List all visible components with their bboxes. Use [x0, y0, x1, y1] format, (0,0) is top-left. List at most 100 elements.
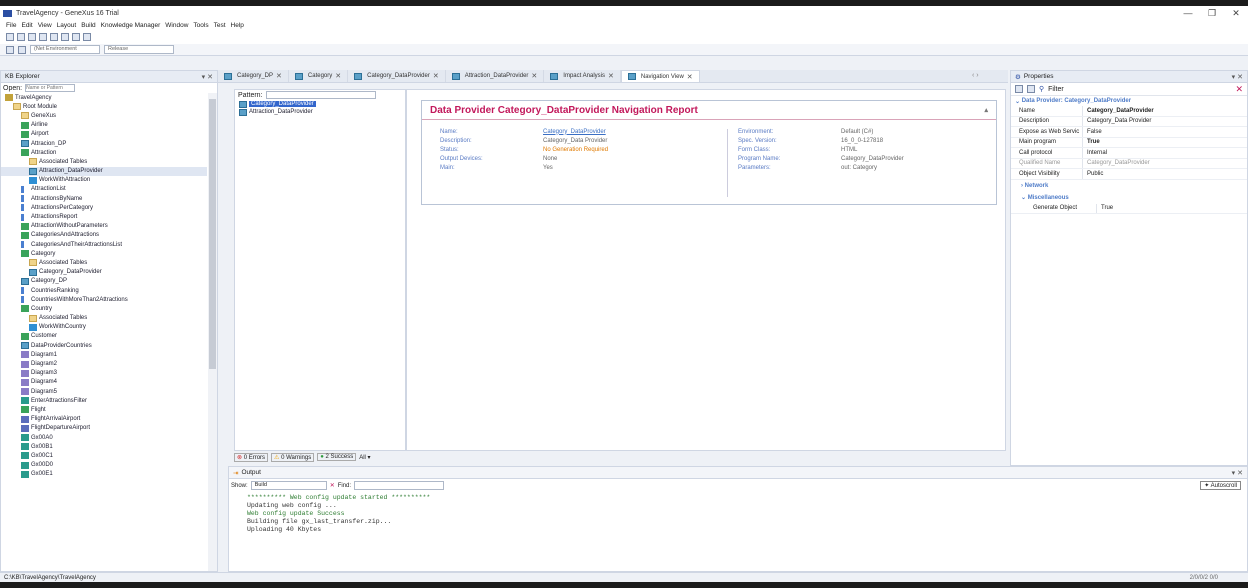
tab-close-icon[interactable]: ✕ [335, 72, 341, 80]
kb-tree-item[interactable]: Gx00B1 [1, 442, 207, 451]
kb-tree-item[interactable]: GeneXus [1, 111, 207, 120]
kb-tree-item[interactable]: EnterAttractionsFilter [1, 396, 207, 405]
kb-tree-item[interactable]: Diagram4 [1, 378, 207, 387]
menu-tools[interactable]: Tools [193, 22, 208, 29]
menu-layout[interactable]: Layout [57, 22, 77, 29]
kb-tree-item[interactable]: Gx00E1 [1, 470, 207, 479]
properties-section[interactable]: ⌄ Data Provider: Category_DataProvider [1011, 96, 1247, 106]
kb-tree-item[interactable]: Category_DataProvider [1, 268, 207, 277]
undo-icon[interactable] [72, 33, 80, 41]
build-icon[interactable] [6, 45, 14, 54]
kb-tree-item[interactable]: Diagram5 [1, 387, 207, 396]
tab-close-icon[interactable]: ✕ [531, 72, 537, 80]
kb-scrollbar[interactable] [208, 93, 217, 571]
kb-tree-item[interactable]: TravelAgency [1, 93, 207, 102]
configuration-select[interactable]: Release [104, 45, 174, 54]
tab-nav-arrows[interactable]: ‹ › [972, 72, 979, 79]
minimize-button[interactable]: — [1176, 8, 1200, 19]
copy-icon[interactable] [50, 33, 58, 41]
property-row[interactable]: Call protocol Internal [1011, 148, 1247, 159]
property-row[interactable]: Name Category_DataProvider [1011, 106, 1247, 117]
errors-filter[interactable]: ⊗ 0 Errors [234, 452, 269, 462]
kb-tree-item[interactable]: Attraction_DataProvider [1, 166, 207, 176]
menu-window[interactable]: Window [165, 22, 188, 29]
environment-select[interactable]: (Net Environment [30, 45, 100, 54]
property-generate-object[interactable]: Generate Object True [1011, 203, 1247, 214]
clear-filter-icon[interactable]: ✕ [1235, 84, 1243, 95]
miscellaneous-section[interactable]: ⌄ Miscellaneous [1011, 192, 1247, 204]
clear-icon[interactable]: ✕ [330, 482, 335, 489]
all-filter-dropdown[interactable]: All ▾ [359, 454, 370, 461]
tab-category-dp[interactable]: Category_DP ✕ [218, 70, 289, 82]
menu-edit[interactable]: Edit [21, 22, 32, 29]
find-input[interactable] [354, 481, 445, 490]
tab-close-icon[interactable]: ✕ [687, 73, 693, 81]
kb-tree-item[interactable]: CountriesWithMoreThan2Attractions [1, 295, 207, 304]
maximize-button[interactable]: ❐ [1200, 8, 1224, 19]
property-row[interactable]: Object Visibility Public [1011, 169, 1247, 180]
kb-tree-item[interactable]: Airline [1, 121, 207, 130]
kb-tree-item[interactable]: Airport [1, 130, 207, 139]
save-icon[interactable] [28, 33, 36, 41]
kb-tree-item[interactable]: FlightDepartureAirport [1, 424, 207, 433]
property-row[interactable]: Description Category_Data Provider [1011, 116, 1247, 127]
close-button[interactable]: ✕ [1224, 8, 1248, 19]
kb-tree-item[interactable]: AttractionsPerCategory [1, 203, 207, 212]
tab-impact-analysis[interactable]: Impact Analysis ✕ [544, 70, 621, 82]
menu-build[interactable]: Build [81, 22, 95, 29]
kb-tree-item[interactable]: AttractionsReport [1, 212, 207, 221]
menu-knowledge-manager[interactable]: Knowledge Manager [101, 22, 161, 29]
nav-item-category-dataprovider[interactable]: Category_DataProvider [239, 100, 405, 108]
paste-icon[interactable] [61, 33, 69, 41]
tab-category-dataprovider[interactable]: Category_DataProvider ✕ [348, 70, 446, 82]
kb-tree-item[interactable]: AttractionList [1, 185, 207, 194]
autoscroll-toggle[interactable]: ✦ Autoscroll [1200, 481, 1241, 490]
run-icon[interactable] [18, 45, 26, 54]
alphabetical-icon[interactable] [1027, 85, 1035, 93]
kb-tree-item[interactable]: Gx00D0 [1, 461, 207, 470]
tab-close-icon[interactable]: ✕ [608, 72, 614, 80]
open-icon[interactable] [17, 33, 25, 41]
kb-tree-item[interactable]: Category_DP [1, 277, 207, 286]
redo-icon[interactable] [83, 33, 91, 41]
kb-tree-item[interactable]: Attracion_DP [1, 139, 207, 148]
property-row[interactable]: Expose as Web Servic False [1011, 127, 1247, 138]
kb-tree-item[interactable]: Country [1, 304, 207, 313]
show-select[interactable]: Build [250, 481, 327, 490]
new-icon[interactable] [6, 33, 14, 41]
tab-close-icon[interactable]: ✕ [276, 72, 282, 80]
close-icon[interactable]: ▾ ✕ [1232, 73, 1243, 81]
warnings-filter[interactable]: ⚠ 0 Warnings [271, 452, 315, 462]
kb-tree-item[interactable]: WorkWithCountry [1, 323, 207, 332]
tab-navigation-view[interactable]: Navigation View ✕ [620, 70, 700, 82]
filter-icon[interactable]: ⚲ [1039, 85, 1044, 93]
menu-test[interactable]: Test [214, 22, 226, 29]
report-field-value[interactable]: Category_DataProvider [543, 129, 606, 135]
property-row[interactable]: Qualified Name Category_DataProvider [1011, 158, 1247, 169]
kb-tree-item[interactable]: Root Module [1, 102, 207, 111]
kb-tree-item[interactable]: AttractionsByName [1, 194, 207, 203]
kb-tree-item[interactable]: Associated Tables [1, 157, 207, 166]
menu-file[interactable]: File [6, 22, 16, 29]
kb-tree-item[interactable]: Gx00A0 [1, 433, 207, 442]
cut-icon[interactable] [39, 33, 47, 41]
kb-tree-item[interactable]: Diagram1 [1, 350, 207, 359]
open-input[interactable] [25, 84, 76, 92]
kb-tree-item[interactable]: FlightArrivalAirport [1, 415, 207, 424]
kb-tree-item[interactable]: CategoriesAndTheirAttractionsList [1, 240, 207, 249]
kb-tree-item[interactable]: AttractionWithoutParameters [1, 222, 207, 231]
kb-tree-item[interactable]: DataProviderCountries [1, 341, 207, 350]
kb-scroll-thumb[interactable] [209, 99, 216, 369]
tab-close-icon[interactable]: ✕ [433, 72, 439, 80]
network-section[interactable]: › Network [1011, 180, 1247, 192]
kb-tree-item[interactable]: CountriesRanking [1, 286, 207, 295]
kb-tree-item[interactable]: Associated Tables [1, 258, 207, 267]
nav-item-attraction-dataprovider[interactable]: Attraction_DataProvider [239, 108, 405, 116]
kb-tree-item[interactable]: Diagram2 [1, 359, 207, 368]
categorized-icon[interactable] [1015, 85, 1023, 93]
pattern-input[interactable] [265, 91, 376, 99]
kb-tree-item[interactable]: Associated Tables [1, 314, 207, 323]
menu-help[interactable]: Help [231, 22, 244, 29]
kb-tree-item[interactable]: Customer [1, 332, 207, 341]
success-filter[interactable]: ● 2 Success [317, 453, 357, 461]
